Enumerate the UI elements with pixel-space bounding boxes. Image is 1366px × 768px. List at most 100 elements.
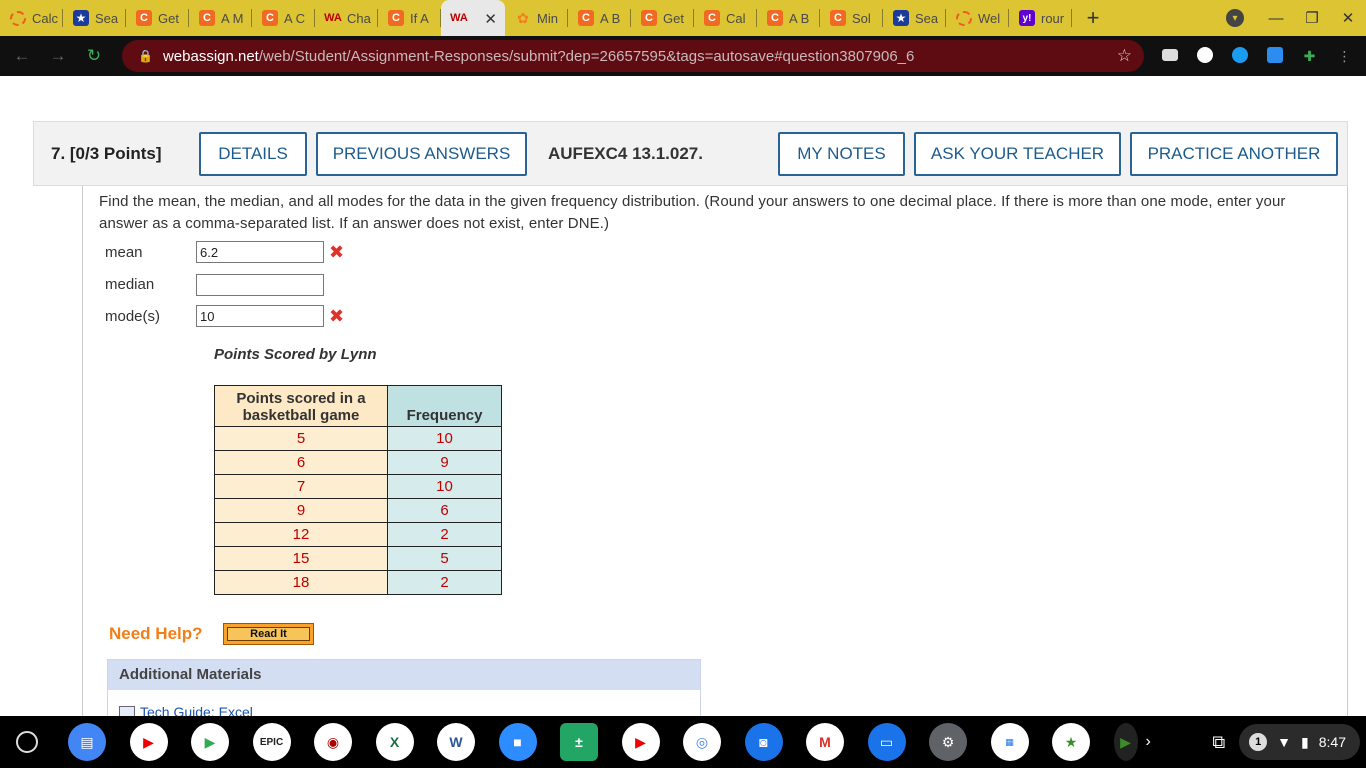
back-icon[interactable]: ← — [4, 46, 40, 66]
address-bar[interactable]: 🔒 webassign.net/web/Student/Assignment-R… — [122, 40, 1144, 72]
zoom-app-icon[interactable]: ■ — [498, 723, 537, 761]
browser-tab[interactable]: C Cal — [694, 0, 757, 36]
extension-s-icon[interactable] — [1257, 46, 1292, 66]
frequency-cell: 2 — [387, 522, 502, 547]
tab-label: Sea — [95, 10, 119, 26]
bookmark-star-icon[interactable]: ☆ — [1117, 46, 1132, 66]
frequency-table: Points scored in a basketball game Frequ… — [214, 385, 502, 595]
chegg-icon: C — [767, 10, 783, 26]
epic-app-icon[interactable]: EPIC — [252, 723, 291, 761]
browser-tab[interactable]: CA C — [252, 0, 315, 36]
table-title: Points Scored by Lynn — [214, 346, 377, 363]
browser-tab[interactable]: Calc — [0, 0, 63, 36]
browser-tab[interactable]: ★ Sea — [63, 0, 126, 36]
browser-tab[interactable]: CA B — [757, 0, 820, 36]
my-notes-button[interactable]: MY NOTES — [778, 132, 905, 176]
youtube-music-app-icon[interactable]: ▶ — [621, 723, 660, 761]
table-row: 5 10 — [214, 426, 502, 451]
close-tab-icon[interactable]: ✕ — [484, 10, 497, 28]
excel-app-icon[interactable]: X — [375, 723, 414, 761]
battery-icon: ▮ — [1301, 733, 1309, 750]
tab-label: rour — [1041, 10, 1065, 26]
new-tab-button[interactable]: + — [1078, 5, 1108, 31]
browser-tab[interactable]: WA Cha — [315, 0, 378, 36]
minimize-icon[interactable]: — — [1258, 10, 1294, 27]
play-store-app-icon[interactable]: ▶ — [191, 723, 229, 761]
window-controls: ▾ — ❐ ✕ — [1226, 0, 1366, 36]
browser-tab[interactable]: C Get — [631, 0, 694, 36]
tab-label: Get — [663, 10, 684, 26]
overflow-app-icon[interactable]: ▶ — [1113, 723, 1138, 761]
mean-input[interactable] — [196, 241, 324, 263]
question-number-points: 7. [0/3 Points] — [51, 144, 162, 163]
previous-answers-button[interactable]: PREVIOUS ANSWERS — [316, 132, 527, 176]
browser-tab[interactable]: C If A — [378, 0, 441, 36]
wifi-icon: ▼ — [1277, 734, 1292, 750]
camera-app-icon[interactable]: ◙ — [744, 723, 783, 761]
browser-tab[interactable]: C Get — [126, 0, 189, 36]
files-app-icon[interactable]: ▭ — [867, 723, 906, 761]
tab-search-icon[interactable]: ▾ — [1226, 9, 1244, 27]
browser-tab[interactable]: CA M — [189, 0, 252, 36]
extension-drop-icon[interactable] — [1222, 46, 1257, 66]
extension-plus-icon[interactable] — [1187, 46, 1222, 66]
ask-teacher-button[interactable]: ASK YOUR TEACHER — [914, 132, 1121, 176]
table-row: 18 2 — [214, 570, 502, 595]
extension-reader-icon[interactable] — [1152, 48, 1187, 64]
word-app-icon[interactable]: W — [437, 723, 475, 761]
docs-app-icon[interactable]: ▤ — [68, 723, 106, 761]
tab-label: Cha — [347, 10, 371, 26]
frequency-cell: 9 — [387, 450, 502, 475]
game-app-icon[interactable]: ◉ — [314, 723, 352, 761]
need-help-label: Need Help? — [109, 624, 203, 643]
tab-label: Cal — [726, 10, 746, 26]
browser-tab[interactable]: ★ Sea — [883, 0, 946, 36]
browser-tab[interactable]: Wel — [946, 0, 1009, 36]
tech-guide-link[interactable]: Tech Guide: Excel — [108, 704, 700, 716]
browser-tab[interactable]: C Sol — [820, 0, 883, 36]
question-header: 7. [0/3 Points] DETAILS PREVIOUS ANSWERS… — [33, 121, 1348, 186]
gmail-app-icon[interactable]: M — [806, 723, 844, 761]
notification-count: 1 — [1249, 733, 1268, 751]
frequency-cell: 10 — [387, 474, 502, 499]
book-icon — [119, 706, 135, 716]
browser-tab[interactable]: y! rour — [1009, 0, 1072, 36]
star-app-icon[interactable]: ★ — [1052, 723, 1090, 761]
tab-label: A B — [789, 10, 810, 26]
status-tray[interactable]: 1 ▼ ▮ 8:47 — [1239, 724, 1360, 760]
mean-label: mean — [105, 244, 143, 261]
forward-icon[interactable]: → — [40, 46, 76, 66]
points-cell: 15 — [214, 546, 388, 571]
reload-icon[interactable]: ↻ — [76, 46, 112, 66]
median-label: median — [105, 276, 155, 293]
close-window-icon[interactable]: ✕ — [1330, 9, 1366, 27]
tab-label: If A — [410, 10, 429, 26]
points-cell: 12 — [214, 522, 388, 547]
restore-icon[interactable]: ❐ — [1294, 9, 1330, 27]
menu-icon[interactable]: ⋮ — [1327, 48, 1362, 65]
read-it-label: Read It — [227, 627, 310, 641]
screen-capture-icon[interactable]: ⧉ — [1212, 732, 1225, 753]
practice-another-button[interactable]: PRACTICE ANOTHER — [1130, 132, 1338, 176]
browser-tab[interactable]: CA B — [568, 0, 631, 36]
launcher-icon[interactable] — [16, 731, 38, 753]
details-button[interactable]: DETAILS — [199, 132, 307, 176]
extensions-puzzle-icon[interactable]: ✚ — [1292, 48, 1327, 65]
median-input[interactable] — [196, 274, 324, 296]
mode-input[interactable] — [196, 305, 324, 327]
settings-app-icon[interactable]: ⚙ — [929, 723, 967, 761]
frequency-cell: 6 — [387, 498, 502, 523]
cores-app-icon[interactable]: ▦ — [990, 723, 1029, 761]
question-body: Find the mean, the median, and all modes… — [82, 186, 1348, 716]
table-row: 69 — [214, 450, 502, 475]
question-prompt: Find the mean, the median, and all modes… — [99, 193, 1286, 232]
youtube-app-icon[interactable]: ▶ — [129, 723, 168, 761]
mode-label: mode(s) — [105, 308, 161, 325]
read-it-button[interactable]: Read It — [223, 623, 314, 645]
chrome-app-icon[interactable]: ◎ — [683, 723, 721, 761]
browser-tab[interactable]: ✿ Min — [505, 0, 568, 36]
browser-tab[interactable]: WA ✕ — [441, 0, 505, 36]
calculator-app-icon[interactable]: ± — [560, 723, 598, 761]
frequency-cell: 5 — [387, 546, 502, 571]
shelf-chevron-icon[interactable]: › — [1146, 733, 1151, 751]
